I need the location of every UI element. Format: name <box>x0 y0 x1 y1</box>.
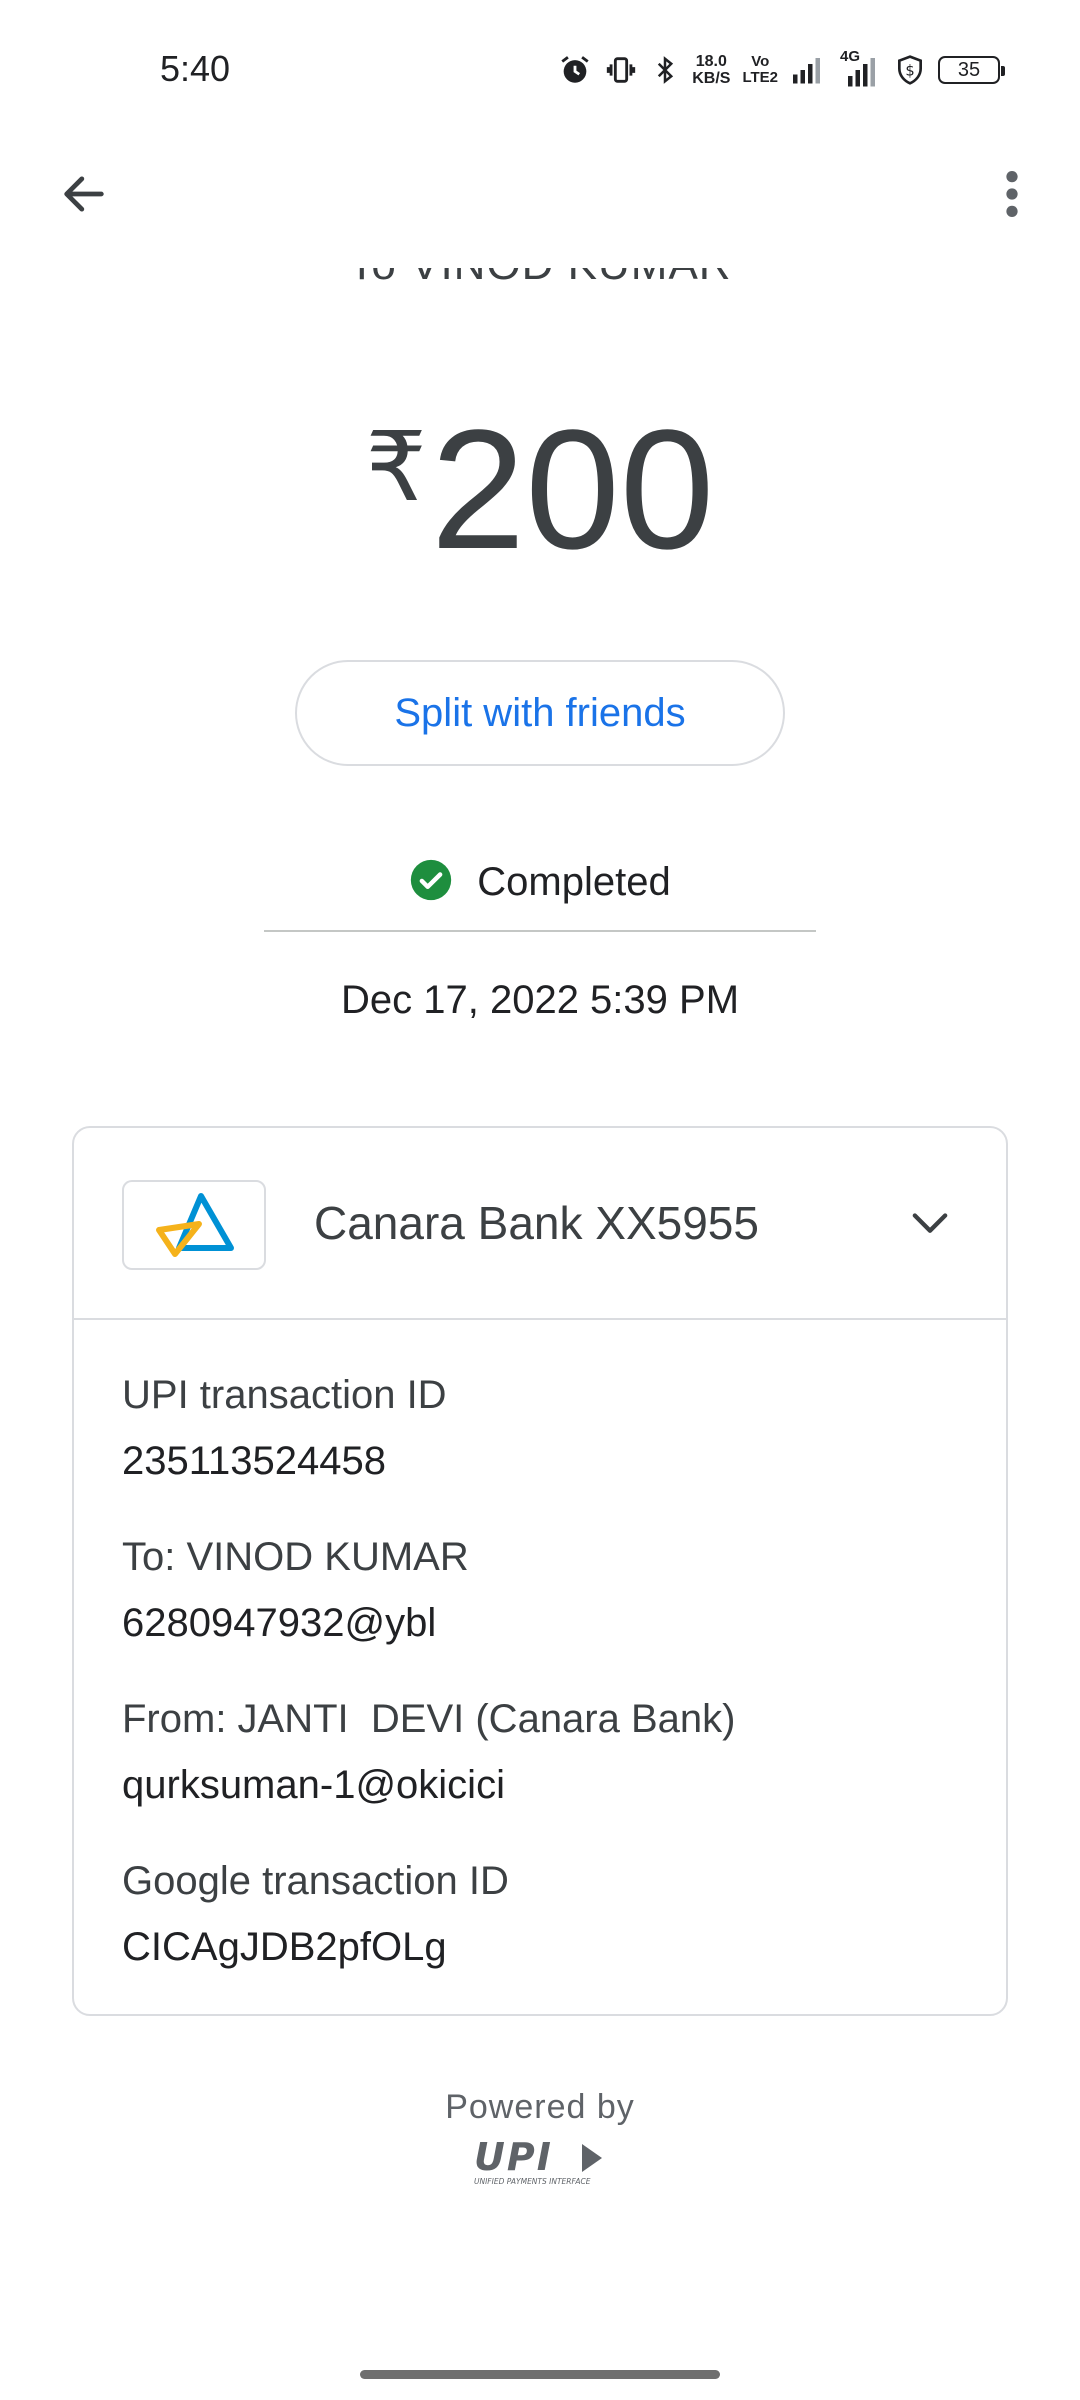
vibrate-icon <box>604 53 638 87</box>
recipient-heading: To VINOD KUMAR <box>0 268 1080 290</box>
detail-google-transaction-id: Google transaction ID CICAgJDB2pfOLg <box>122 1854 962 1974</box>
more-options-button[interactable] <box>976 160 1048 232</box>
status-bar: 5:40 18.0 KB/S Vo LTE2 4G $ 35 <box>0 0 1080 140</box>
network-speed-unit: KB/S <box>692 70 731 87</box>
split-with-friends-button[interactable]: Split with friends <box>295 660 785 766</box>
detail-upi-transaction-id: UPI transaction ID 235113524458 <box>122 1368 962 1488</box>
expand-details-button[interactable] <box>894 1188 966 1260</box>
detail-value[interactable]: 6280947932@ybl <box>122 1596 962 1650</box>
amount-value: 200 <box>430 395 715 585</box>
detail-label: UPI transaction ID <box>122 1373 447 1417</box>
detail-label: From: JANTI DEVI (Canara Bank) <box>122 1697 736 1741</box>
upi-tagline: UNIFIED PAYMENTS INTERFACE <box>474 2177 591 2186</box>
amount: ₹200 <box>0 378 1080 634</box>
powered-by-text: Powered by <box>445 2088 635 2126</box>
upi-logo: UPI UNIFIED PAYMENTS INTERFACE <box>470 2135 610 2188</box>
chevron-down-icon <box>904 1196 956 1253</box>
detail-label: Google transaction ID <box>122 1859 509 1903</box>
bank-account-header[interactable]: Canara Bank XX5955 <box>74 1128 1006 1320</box>
transaction-status: Completed <box>0 852 1080 912</box>
network-speed-value: 18.0 <box>695 53 727 70</box>
currency-symbol: ₹ <box>365 414 427 521</box>
transaction-datetime: Dec 17, 2022 5:39 PM <box>340 978 740 1022</box>
signal-icon <box>790 55 826 85</box>
back-button[interactable] <box>48 160 120 232</box>
volte-top: Vo <box>751 53 770 70</box>
status-divider <box>264 930 816 932</box>
detail-value[interactable]: CICAgJDB2pfOLg <box>122 1920 962 1974</box>
more-vert-icon <box>1002 168 1022 225</box>
volte-indicator: Vo LTE2 <box>742 54 778 86</box>
detail-from: From: JANTI DEVI (Canara Bank) qurksuman… <box>122 1692 962 1812</box>
detail-value[interactable]: qurksuman-1@okicici <box>122 1758 962 1812</box>
canara-bank-logo <box>122 1180 266 1270</box>
back-arrow-icon <box>58 168 110 225</box>
svg-text:$: $ <box>905 62 914 79</box>
bank-account-name: Canara Bank XX5955 <box>314 1197 759 1249</box>
shield-dollar-icon: $ <box>894 53 926 87</box>
split-button-label: Split with friends <box>394 690 686 735</box>
upi-logo-text: UPI <box>474 2136 553 2179</box>
status-icons: 18.0 KB/S Vo LTE2 4G $ 35 <box>558 46 1005 94</box>
recipient-clip: To VINOD KUMAR <box>0 268 1080 304</box>
network-speed: 18.0 KB/S <box>692 53 730 87</box>
detail-label: To: VINOD KUMAR <box>122 1535 469 1579</box>
detail-to: To: VINOD KUMAR 6280947932@ybl <box>122 1530 962 1650</box>
status-text: Completed <box>477 859 671 904</box>
status-time: 5:40 <box>160 48 231 89</box>
home-indicator[interactable] <box>360 2370 720 2379</box>
battery-icon: 35 <box>938 56 1005 84</box>
transaction-details-card: Canara Bank XX5955 UPI transaction ID 23… <box>72 1126 1008 2016</box>
signal-4g-icon: 4G <box>838 48 882 88</box>
volte-bottom: LTE2 <box>742 69 778 86</box>
alarm-icon <box>558 53 592 87</box>
detail-value[interactable]: 235113524458 <box>122 1434 962 1488</box>
battery-level: 35 <box>957 58 981 81</box>
check-circle-icon <box>409 858 453 907</box>
bluetooth-icon <box>650 53 680 87</box>
